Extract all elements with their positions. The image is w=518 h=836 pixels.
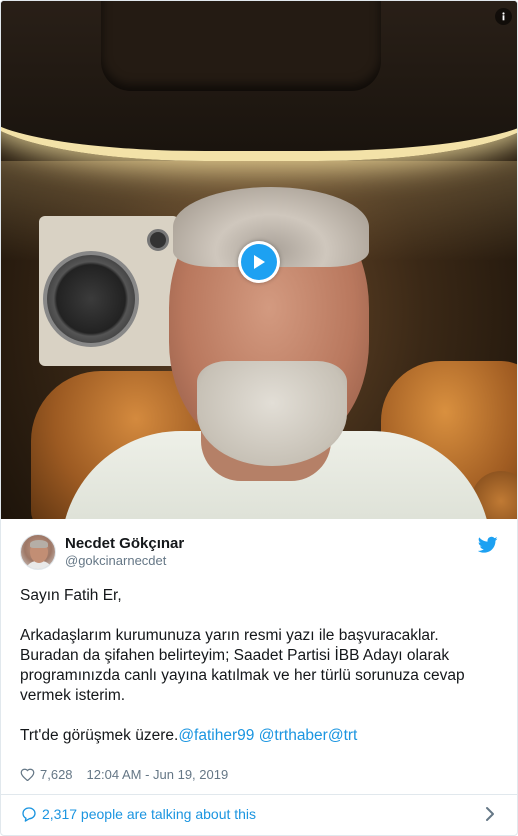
conversation-label: 2,317 people are talking about this (42, 806, 257, 822)
vehicle-ceiling (1, 1, 517, 161)
tweet-text: Sayın Fatih Er, Arkadaşlarım kurumunuza … (20, 586, 495, 746)
avatar[interactable] (20, 534, 56, 570)
tweet-timestamp[interactable]: 12:04 AM - Jun 19, 2019 (87, 767, 229, 782)
play-icon (254, 255, 265, 269)
mention-trthaber[interactable]: @trthaber (259, 727, 328, 744)
conversation-link[interactable]: 2,317 people are talking about this (1, 795, 517, 835)
tweet-greeting: Sayın Fatih Er, (20, 587, 122, 604)
tweet-paragraph: Arkadaşlarım kurumunuza yarın resmi yazı… (20, 627, 465, 704)
tweet-closing-text: Trt'de görüşmek üzere. (20, 727, 179, 744)
like-count: 7,628 (40, 766, 73, 782)
mention-trt[interactable]: @trt (328, 727, 358, 744)
mention-fatiher99[interactable]: @fatiher99 (178, 727, 254, 744)
info-button[interactable] (495, 8, 512, 25)
video-thumbnail[interactable] (1, 1, 517, 519)
tweet-author: Necdet Gökçınar @gokcinarnecdet (20, 532, 500, 572)
embedded-tweet-card: Necdet Gökçınar @gokcinarnecdet Sayın Fa… (0, 0, 518, 836)
like-button[interactable]: 7,628 (20, 767, 73, 782)
info-icon (502, 12, 505, 21)
author-name[interactable]: Necdet Gökçınar (65, 535, 184, 552)
chevron-right-icon (486, 807, 494, 821)
speaker (43, 251, 139, 347)
heart-icon (20, 768, 35, 781)
tweet-closing: Trt'de görüşmek üzere.@fatiher99 @trthab… (20, 726, 495, 746)
speech-bubble-icon (22, 807, 36, 822)
twitter-bird-icon[interactable] (478, 536, 498, 554)
play-button[interactable] (238, 241, 280, 283)
tweet-meta: 7,628 12:04 AM - Jun 19, 2019 (20, 765, 228, 783)
author-handle[interactable]: @gokcinarnecdet (65, 553, 166, 568)
